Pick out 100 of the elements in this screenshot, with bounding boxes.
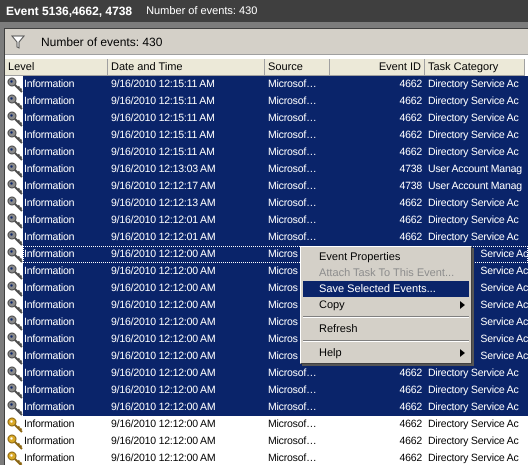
event-id-cell-text: 4738	[399, 178, 422, 194]
task-category-cell-text: Service Ac	[480, 298, 528, 313]
table-row[interactable]: Information 9/16/2010 12:13:03 AM Microsof… 4738 User Account Manag	[23, 161, 528, 178]
task-category-cell-text: Directory Service Ac	[428, 366, 519, 381]
level-cell-text: Information	[24, 366, 74, 381]
task-category-cell-text: Directory Service Ac	[428, 212, 519, 228]
source-cell-text: Micros	[268, 314, 298, 330]
task-category-cell-text: Directory Service Ac	[428, 416, 519, 432]
date-cell-text: 9/16/2010 12:15:11 AM	[111, 94, 215, 109]
date-cell-text: 9/16/2010 12:12:00 AM	[111, 298, 216, 313]
source-cell-text: Microsof…	[268, 366, 316, 381]
level-cell-text: Information	[24, 212, 74, 228]
source-cell-text: Microsof…	[268, 230, 316, 245]
window-title: Event 5136,4662, 4738	[6, 3, 132, 20]
column-header[interactable]: Level	[5, 59, 108, 76]
event-id-cell: 4662	[399, 450, 422, 465]
task-category-cell-text: Directory Service Ac	[428, 76, 519, 92]
level-cell-text: Information	[24, 332, 74, 347]
column-header[interactable]: Date and Time	[108, 59, 265, 76]
level-cell-text: Information	[24, 144, 74, 160]
key-icon	[7, 416, 23, 432]
column-header[interactable]: Event ID	[330, 59, 425, 76]
key-icon	[7, 382, 23, 398]
date-cell-text: 9/16/2010 12:12:00 AM	[111, 314, 216, 330]
source-cell-text: Microsof…	[268, 400, 316, 415]
task-category-cell-text: User Account Manag	[428, 162, 522, 177]
key-icon	[7, 76, 23, 92]
key-icon	[7, 400, 23, 416]
event-id-cell-text: 4662	[399, 144, 422, 160]
event-id-cell-text: 4662	[399, 230, 422, 245]
event-id-cell-text: 4662	[399, 434, 422, 449]
level-cell-text: Information	[24, 348, 74, 364]
event-id-cell-text: 4662	[399, 110, 422, 126]
key-icon	[7, 434, 23, 450]
level-cell-text: Information	[24, 246, 74, 262]
submenu-arrow-icon	[460, 349, 465, 357]
source-cell-text: Microsof…	[268, 178, 316, 194]
menu-item[interactable]: Event Properties	[303, 249, 469, 265]
source-cell: Microsof…	[268, 450, 316, 465]
table-row[interactable]: Information 9/16/2010 12:15:11 AM Microsof… 4662 Directory Service Ac	[23, 127, 528, 144]
level-cell-text: Information	[24, 230, 74, 245]
key-icon	[7, 264, 23, 280]
table-row[interactable]: Information 9/16/2010 12:15:11 AM Microsof… 4662 Directory Service Ac	[23, 110, 528, 127]
task-category-cell-text: Service Ac	[480, 332, 528, 347]
source-cell-text: Micros	[268, 280, 298, 296]
date-cell-text: 9/16/2010 12:12:00 AM	[111, 264, 216, 279]
key-icon	[7, 178, 23, 194]
table-row[interactable]: Information 9/16/2010 12:15:11 AM Microsof… 4662 Directory Service Ac	[23, 93, 528, 110]
table-row[interactable]: Information 9/16/2010 12:12:17 AM Microsof… 4738 User Account Manag	[23, 178, 528, 195]
table-row[interactable]: Information 9/16/2010 12:15:11 AM Microsof… 4662 Directory Service Ac	[23, 76, 528, 93]
level-cell-text: Information	[24, 196, 74, 211]
date-cell-text: 9/16/2010 12:15:11 AM	[111, 128, 215, 143]
table-row[interactable]: Information 9/16/2010 12:15:11 AM Microsof… 4662 Directory Service Ac	[23, 144, 528, 161]
menu-item[interactable]: Help	[303, 345, 469, 361]
key-icon	[7, 162, 23, 178]
source-cell-text: Microsof…	[268, 434, 316, 449]
level-cell-text: Information	[24, 264, 74, 279]
date-cell-text: 9/16/2010 12:12:00 AM	[111, 416, 216, 432]
key-icon	[7, 314, 23, 330]
task-category-cell-text: Directory Service Ac	[428, 382, 519, 398]
column-header[interactable]: Source	[265, 59, 330, 76]
source-cell-text: Micros	[268, 332, 298, 347]
date-cell-text: 9/16/2010 12:12:00 AM	[111, 400, 216, 415]
level-cell-text: Information	[24, 434, 74, 449]
table-row[interactable]: Information 9/16/2010 12:12:01 AM Microsof… 4662 Directory Service Ac	[23, 229, 528, 246]
table-row[interactable]: Information 9/16/2010 12:12:01 AM Microsof… 4662 Directory Service Ac	[23, 212, 528, 229]
date-cell-text: 9/16/2010 12:15:11 AM	[111, 76, 215, 92]
table-row[interactable]: Information 9/16/2010 12:12:00 AM Microsof… 4662 Directory Service Ac	[23, 382, 528, 399]
key-icon	[7, 144, 23, 160]
column-header[interactable]: Task Category	[425, 59, 525, 76]
level-cell-text: Information	[24, 178, 74, 194]
event-id-cell-text: 4662	[399, 366, 422, 381]
task-category-cell-text: Directory Service Ac	[428, 144, 519, 160]
table-row[interactable]: Information 9/16/2010 12:12:00 AM Microsof… 4662 Directory Service Ac	[23, 399, 528, 416]
level-cell-text: Information	[24, 94, 74, 109]
level-cell-text: Information	[24, 110, 74, 126]
table-row[interactable]: Information 9/16/2010 12:12:13 AM Microsof… 4662 Directory Service Ac	[23, 195, 528, 212]
source-cell-text: Microsof…	[268, 416, 316, 432]
event-id-cell-text: 4662	[399, 128, 422, 143]
source-cell-text: Micros	[268, 348, 298, 364]
date-cell-text: 9/16/2010 12:12:13 AM	[111, 196, 216, 211]
level-cell-text: Information	[24, 314, 74, 330]
date-cell-text: 9/16/2010 12:12:01 AM	[111, 212, 216, 228]
key-icon	[7, 230, 23, 246]
key-icon	[7, 366, 23, 382]
menu-item[interactable]: Copy	[303, 297, 469, 313]
date-cell-text: 9/16/2010 12:15:11 AM	[111, 144, 215, 160]
task-category-cell-text: Service Ac	[480, 264, 528, 279]
level-cell: Information	[24, 450, 74, 465]
level-cell-text: Information	[24, 76, 74, 92]
key-icon	[7, 298, 23, 314]
key-icon	[7, 94, 23, 110]
menu-item[interactable]: Save Selected Events...	[303, 281, 469, 297]
submenu-arrow-icon	[460, 301, 465, 309]
task-category-cell-text: Directory Service Ac	[428, 94, 519, 109]
table-row[interactable]: Information 9/16/2010 12:12:00 AM Microsof… 4662 Directory Service Ac	[23, 365, 528, 382]
task-category-cell-text: Directory Service Ac	[428, 434, 519, 449]
event-id-cell-text: 4662	[399, 196, 422, 211]
level-cell-text: Information	[24, 128, 74, 143]
level-cell-text: Information	[24, 400, 74, 415]
